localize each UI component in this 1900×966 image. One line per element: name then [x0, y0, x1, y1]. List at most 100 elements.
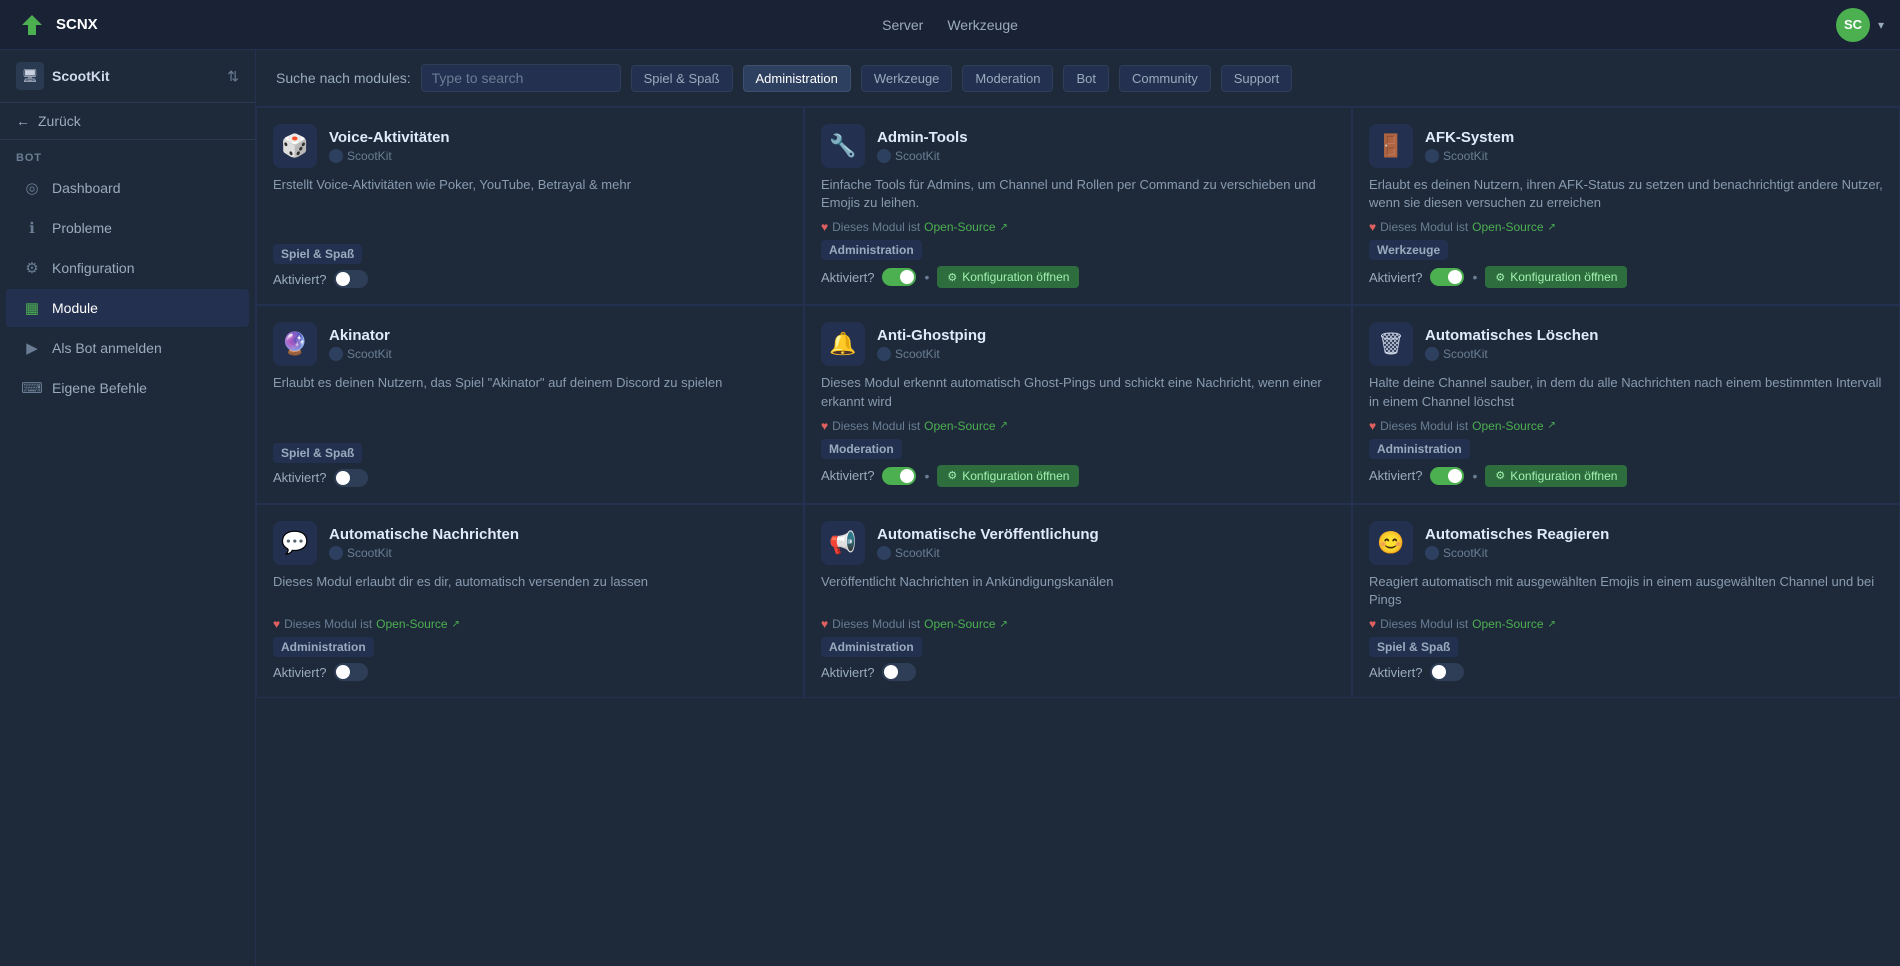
- module-title-automatische-veroeffentlichung: Automatische Veröffentlichung: [877, 526, 1335, 544]
- avatar-dropdown-icon[interactable]: ▾: [1878, 18, 1884, 32]
- opensource-link[interactable]: Open-Source: [924, 220, 995, 234]
- sidebar-item-probleme[interactable]: ℹ Probleme: [6, 209, 249, 247]
- module-title-automatische-nachrichten: Automatische Nachrichten: [329, 526, 787, 544]
- module-author-automatisches-reagieren: ScootKit: [1425, 546, 1883, 560]
- module-footer-row: Spiel & Spaß: [1369, 637, 1883, 657]
- module-header: 💬 Automatische Nachrichten ScootKit: [273, 521, 787, 565]
- toggle-automatische-nachrichten[interactable]: [334, 663, 368, 681]
- external-link-icon: ↗: [1548, 619, 1556, 630]
- module-desc-afk-system: Erlaubt es deinen Nutzern, ihren AFK-Sta…: [1369, 176, 1883, 212]
- toggle-akinator[interactable]: [334, 469, 368, 487]
- sidebar-item-eigene-befehle[interactable]: ⌨ Eigene Befehle: [6, 369, 249, 407]
- module-header: 🗑 Automatisches Löschen ScootKit: [1369, 322, 1883, 366]
- toggle-voice-aktivitaeten[interactable]: [334, 270, 368, 288]
- nav-link-server[interactable]: Server: [882, 17, 923, 33]
- sidebar-item-konfiguration[interactable]: ⚙ Konfiguration: [6, 249, 249, 287]
- sidebar-item-module[interactable]: ▦ Module: [6, 289, 249, 327]
- opensource-link[interactable]: Open-Source: [924, 419, 995, 433]
- config-button-anti-ghostping[interactable]: ⚙ Konfiguration öffnen: [937, 465, 1079, 487]
- toggle-anti-ghostping[interactable]: [882, 467, 916, 485]
- activate-row-afk-system: Aktiviert? • ⚙ Konfiguration öffnen: [1369, 266, 1883, 288]
- module-footer-row: Administration: [273, 637, 787, 657]
- back-arrow-icon: ←: [16, 113, 30, 129]
- filter-btn-spiel[interactable]: Spiel & Spaß: [631, 65, 733, 92]
- module-author-automatische-veroeffentlichung: ScootKit: [877, 546, 1335, 560]
- filter-btn-werkzeuge[interactable]: Werkzeuge: [861, 65, 953, 92]
- filter-btn-moderation[interactable]: Moderation: [962, 65, 1053, 92]
- config-button-afk-system[interactable]: ⚙ Konfiguration öffnen: [1485, 266, 1627, 288]
- activate-row-automatisches-loeschen: Aktiviert? • ⚙ Konfiguration öffnen: [1369, 465, 1883, 487]
- search-input[interactable]: [421, 64, 621, 92]
- opensource-link[interactable]: Open-Source: [1472, 617, 1543, 631]
- module-footer-automatisches-loeschen: ♥ Dieses Modul ist Open-Source ↗ Adminis…: [1369, 419, 1883, 487]
- activate-row-anti-ghostping: Aktiviert? • ⚙ Konfiguration öffnen: [821, 465, 1335, 487]
- toggle-dot: •: [1472, 269, 1477, 285]
- server-selector[interactable]: 🖥 ScootKit ⇅: [0, 50, 255, 103]
- toggle-afk-system[interactable]: [1430, 268, 1464, 286]
- module-desc-automatische-nachrichten: Dieses Modul erlaubt dir es dir, automat…: [273, 573, 787, 609]
- external-link-icon: ↗: [1000, 420, 1008, 431]
- toggle-automatisches-reagieren[interactable]: [1430, 663, 1464, 681]
- module-card-automatische-nachrichten: 💬 Automatische Nachrichten ScootKit Dies…: [256, 504, 804, 698]
- config-icon: ⚙: [1495, 469, 1505, 482]
- module-title-akinator: Akinator: [329, 327, 787, 345]
- category-badge-automatisches-reagieren: Spiel & Spaß: [1369, 637, 1458, 657]
- activate-row-automatische-veroeffentlichung: Aktiviert?: [821, 663, 1335, 681]
- filter-bar: Suche nach modules: Spiel & Spaß Adminis…: [256, 50, 1900, 107]
- config-icon: ⚙: [947, 469, 957, 482]
- toggle-automatische-veroeffentlichung[interactable]: [882, 663, 916, 681]
- activate-row-automatisches-reagieren: Aktiviert?: [1369, 663, 1883, 681]
- author-avatar-dot: [1425, 347, 1439, 361]
- opensource-badge: ♥ Dieses Modul ist Open-Source ↗: [1369, 419, 1883, 433]
- config-button-admin-tools[interactable]: ⚙ Konfiguration öffnen: [937, 266, 1079, 288]
- filter-btn-community[interactable]: Community: [1119, 65, 1211, 92]
- module-header: 🔧 Admin-Tools ScootKit: [821, 124, 1335, 168]
- activate-row-akinator: Aktiviert?: [273, 469, 787, 487]
- back-button[interactable]: ← Zurück: [0, 103, 255, 140]
- logo[interactable]: SCNX: [16, 9, 98, 41]
- sidebar-item-label-module: Module: [52, 300, 98, 316]
- module-desc-automatisches-loeschen: Halte deine Channel sauber, in dem du al…: [1369, 374, 1883, 410]
- module-icon-automatische-veroeffentlichung: 📢: [821, 521, 865, 565]
- module-title-block: Automatische Nachrichten ScootKit: [329, 526, 787, 560]
- toggle-automatisches-loeschen[interactable]: [1430, 467, 1464, 485]
- module-header: 🚪 AFK-System ScootKit: [1369, 124, 1883, 168]
- category-badge-anti-ghostping: Moderation: [821, 439, 902, 459]
- module-footer-row: Moderation: [821, 439, 1335, 459]
- opensource-link[interactable]: Open-Source: [1472, 220, 1543, 234]
- sidebar-item-dashboard[interactable]: ◎ Dashboard: [6, 169, 249, 207]
- user-avatar[interactable]: SC: [1836, 8, 1870, 42]
- probleme-icon: ℹ: [22, 218, 42, 238]
- dashboard-icon: ◎: [22, 178, 42, 198]
- logo-icon: [16, 9, 48, 41]
- opensource-link[interactable]: Open-Source: [924, 617, 995, 631]
- filter-btn-support[interactable]: Support: [1221, 65, 1293, 92]
- module-footer-anti-ghostping: ♥ Dieses Modul ist Open-Source ↗ Moderat…: [821, 419, 1335, 487]
- module-desc-akinator: Erlaubt es deinen Nutzern, das Spiel "Ak…: [273, 374, 787, 430]
- module-header: 🎲 Voice-Aktivitäten ScootKit: [273, 124, 787, 168]
- main-layout: 🖥 ScootKit ⇅ ← Zurück BOT ◎ Dashboard ℹ …: [0, 50, 1900, 966]
- sidebar-item-bot-login[interactable]: ▶ Als Bot anmelden: [6, 329, 249, 367]
- nav-link-werkzeuge[interactable]: Werkzeuge: [947, 17, 1018, 33]
- external-link-icon: ↗: [1000, 222, 1008, 233]
- back-label: Zurück: [38, 113, 81, 129]
- filter-btn-bot[interactable]: Bot: [1063, 65, 1109, 92]
- author-avatar-dot: [329, 347, 343, 361]
- module-footer-row: Administration: [1369, 439, 1883, 459]
- opensource-badge: ♥ Dieses Modul ist Open-Source ↗: [1369, 617, 1883, 631]
- filter-btn-administration[interactable]: Administration: [743, 65, 851, 92]
- opensource-link[interactable]: Open-Source: [1472, 419, 1543, 433]
- eigene-befehle-icon: ⌨: [22, 378, 42, 398]
- author-avatar-dot: [1425, 546, 1439, 560]
- module-title-block: AFK-System ScootKit: [1425, 129, 1883, 163]
- opensource-link[interactable]: Open-Source: [376, 617, 447, 631]
- toggle-admin-tools[interactable]: [882, 268, 916, 286]
- toggle-dot: •: [1472, 468, 1477, 484]
- opensource-badge: ♥ Dieses Modul ist Open-Source ↗: [821, 220, 1335, 234]
- activate-label: Aktiviert?: [273, 272, 326, 287]
- activate-label: Aktiviert?: [821, 665, 874, 680]
- opensource-badge: ♥ Dieses Modul ist Open-Source ↗: [273, 617, 787, 631]
- config-button-automatisches-loeschen[interactable]: ⚙ Konfiguration öffnen: [1485, 465, 1627, 487]
- opensource-badge: ♥ Dieses Modul ist Open-Source ↗: [1369, 220, 1883, 234]
- author-avatar-dot: [329, 546, 343, 560]
